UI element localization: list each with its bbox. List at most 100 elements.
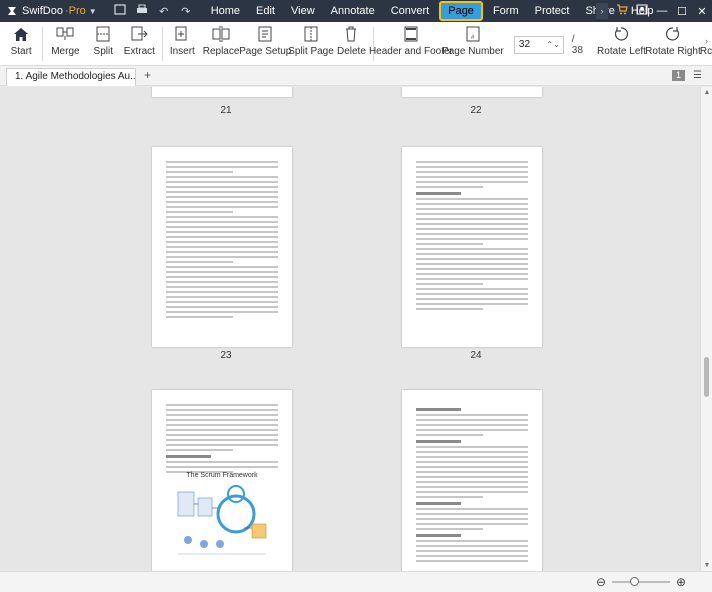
pdf-page[interactable] [402,390,542,571]
scrum-framework-diagram [177,485,267,555]
merge-button[interactable]: Merge [45,22,86,66]
user-icon[interactable] [632,4,652,18]
document-viewer[interactable]: 21 22 23 24 The Scrum Framework [0,87,700,571]
menu-home[interactable]: Home [203,0,248,22]
document-tab[interactable]: 1. Agile Methodologies Au...pdf [6,68,136,86]
insert-button[interactable]: Insert [165,22,200,66]
zoom-slider[interactable] [612,577,670,586]
replace-button[interactable]: Replace [200,22,242,66]
delete-button[interactable]: Delete [334,22,369,66]
undo-icon[interactable]: ↶ [153,5,175,18]
menu-protect[interactable]: Protect [527,0,578,22]
scroll-down-icon[interactable]: ▼ [701,562,712,569]
status-bar: ⊖ ⊕ [0,571,712,592]
app-edition: ·Pro [64,5,86,17]
insert-label: Insert [169,46,195,57]
rotate-right-label: Rotate Right [645,46,701,57]
split-button[interactable]: Split [86,22,121,66]
zoom-out-icon[interactable]: ⊖ [594,575,608,589]
extract-label: Extract [123,46,155,57]
page-number-label: 24 [470,350,482,361]
page-text [416,161,528,313]
svg-text:#: # [471,35,475,41]
pdf-page[interactable] [402,87,542,97]
rotate-left-button[interactable]: Rotate Left [597,22,646,66]
pdf-page[interactable] [402,147,542,347]
split-label: Split [93,46,113,57]
figure-title: The Scrum Framework [186,472,258,479]
header-footer-button[interactable]: Header and Footer [369,22,453,66]
print-icon[interactable] [131,4,153,18]
divider [42,27,44,61]
page-number-label: 21 [220,105,232,116]
scrollbar-thumb[interactable] [704,357,709,397]
ribbon-scroll-right-icon[interactable]: › [705,36,708,46]
start-label: Start [10,46,32,57]
split-page-button[interactable]: Split Page [288,22,334,66]
extract-icon [128,25,150,43]
start-button[interactable]: Start [0,22,42,66]
ribbon-overflow-label: Rc [699,46,712,57]
tab-list-menu-icon[interactable]: ☰ [693,70,702,81]
minimize-icon[interactable]: — [652,5,672,17]
extract-button[interactable]: Extract [121,22,158,66]
page-spinner-icon[interactable]: ⌃⌄ [546,37,559,53]
document-tab-title: 1. Agile Methodologies Au...pdf [15,71,136,82]
chevron-down-icon[interactable]: ▼ [89,7,97,16]
menu-form[interactable]: Form [485,0,527,22]
split-icon [92,25,114,43]
page-count-badge: 1 [672,70,686,81]
pdf-page[interactable] [152,87,292,97]
page-text [416,404,528,565]
divider [161,27,163,61]
page-setup-icon [254,25,276,43]
rotate-right-icon [662,25,684,43]
replace-icon [210,25,232,43]
menu-convert[interactable]: Convert [383,0,438,22]
delete-icon [340,25,362,43]
pdf-page[interactable]: The Scrum Framework [152,390,292,571]
replace-label: Replace [202,46,240,57]
page-number-button[interactable]: # Page Number [442,22,504,66]
app-name: SwifDoo [22,5,63,17]
page-number-icon: # [462,25,484,43]
vertical-scrollbar[interactable]: ▲ ▼ [700,87,712,571]
redo-icon[interactable]: ↷ [175,5,197,18]
ribbon-toolbar: Start Merge Split Extract Insert Replace [0,22,712,66]
page-text [166,404,278,476]
scroll-up-icon[interactable]: ▲ [701,89,712,96]
zoom-slider-handle[interactable] [630,577,639,586]
header-footer-label: Header and Footer [368,46,453,57]
close-icon[interactable]: ✕ [692,5,712,18]
zoom-in-icon[interactable]: ⊕ [674,575,688,589]
current-page-input[interactable]: 32 ⌃⌄ [513,36,564,54]
total-pages: / 38 [571,34,583,56]
menu-page[interactable]: Page [439,1,483,21]
rotate-right-button[interactable]: Rotate Right [645,22,701,66]
header-footer-icon [400,25,422,43]
page-setup-button[interactable]: Page Setup [239,22,291,66]
new-tab-plus-icon[interactable]: + [144,68,151,82]
page-number-label: 23 [220,350,232,361]
merge-label: Merge [51,46,80,57]
cart-icon[interactable] [612,4,632,18]
split-page-label: Split Page [288,46,334,57]
home-icon [10,25,32,43]
pdf-page[interactable] [152,147,292,347]
menu-annotate[interactable]: Annotate [323,0,383,22]
split-page-icon [300,25,322,43]
page-number-label: 22 [470,105,482,116]
zoom-control: ⊖ ⊕ [594,575,688,589]
maximize-icon[interactable]: ☐ [672,5,692,18]
merge-icon [54,25,76,43]
app-logo[interactable]: SwifDoo ·Pro ▼ [0,0,103,22]
page-text [166,161,278,321]
delete-label: Delete [336,46,366,57]
menu-view[interactable]: View [283,0,323,22]
open-file-icon[interactable] [109,4,131,18]
menu-overflow-icon[interactable]: › [596,3,608,19]
menu-edit[interactable]: Edit [248,0,283,22]
main-menu: Home Edit View Annotate Convert Page For… [203,0,662,22]
document-tab-bar: 1. Agile Methodologies Au...pdf + 1 ☰ [0,66,712,86]
title-bar: SwifDoo ·Pro ▼ ↶ ↷ Home Edit View Annotat… [0,0,712,22]
